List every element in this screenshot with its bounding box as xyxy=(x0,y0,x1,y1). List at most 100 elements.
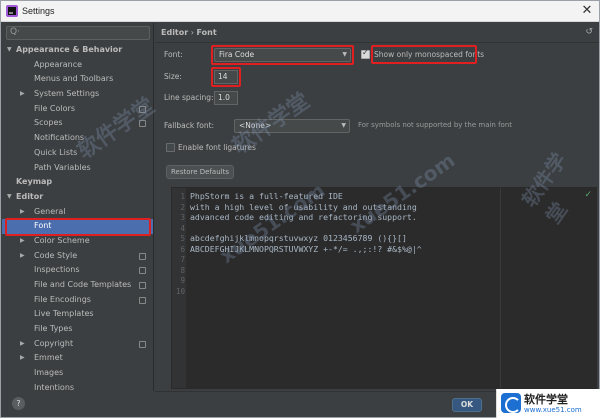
tree-item-label: Copyright xyxy=(34,338,74,348)
tree-item-label: Keymap xyxy=(16,177,53,187)
font-preview-editor[interactable]: 1 2 3 4 5 6 7 8 9 10 PhpStorm is a full-featured … xyxy=(171,187,597,389)
fallback-font-hint: For symbols not supported by the main fo… xyxy=(358,121,513,129)
font-highlight-box xyxy=(211,45,354,65)
tree-item-label: Appearance & Behavior xyxy=(16,45,123,54)
monospaced-highlight-box xyxy=(371,45,477,64)
tree-item-label: Editor xyxy=(16,191,44,201)
breadcrumb-current: Font xyxy=(196,28,217,37)
help-icon[interactable]: ? xyxy=(12,397,25,410)
tree-item[interactable]: Live Templates xyxy=(2,307,153,322)
line-spacing-input[interactable]: 1.0 xyxy=(214,91,238,105)
ligatures-checkbox[interactable] xyxy=(166,143,175,152)
tree-item[interactable]: File Colors xyxy=(2,102,153,117)
fallback-font-value: <None> xyxy=(239,121,272,130)
line-number: 7 xyxy=(180,255,185,264)
tree-item-label: Notifications xyxy=(34,133,85,143)
size-highlight-box xyxy=(211,67,241,87)
tree-item[interactable]: Keymap xyxy=(2,175,153,190)
project-scope-icon xyxy=(139,120,146,128)
tree-item-label: System Settings xyxy=(34,89,100,99)
tree-item-label: Live Templates xyxy=(34,309,94,319)
tree-item-label: Inspections xyxy=(34,265,80,275)
monospaced-checkbox[interactable] xyxy=(361,48,370,59)
project-scope-icon xyxy=(139,296,146,304)
tree-item-label: Images xyxy=(34,368,64,378)
tree-item[interactable]: Quick Lists xyxy=(2,146,153,161)
line-number: 10 xyxy=(175,286,185,296)
tree-item[interactable]: Path Variables xyxy=(2,161,153,176)
tree-item[interactable]: ▶ Code Style xyxy=(2,249,153,264)
phpstorm-app-icon xyxy=(6,5,18,17)
tree-item[interactable]: Notifications xyxy=(2,131,153,146)
size-label: Size: xyxy=(164,72,182,81)
code-line: abcdefghijklmnopqrstuvwxyz 0123456789 ()… xyxy=(190,233,407,243)
breadcrumb-separator: › xyxy=(190,28,194,37)
project-scope-icon xyxy=(139,340,146,348)
close-icon[interactable]: ✕ xyxy=(579,3,595,19)
breadcrumb-parent: Editor xyxy=(161,28,189,37)
project-scope-icon xyxy=(139,282,146,289)
ligatures-label: Enable font ligatures xyxy=(178,143,256,152)
tree-item-label: Menus and Toolbars xyxy=(34,74,114,84)
code-line: PhpStorm is a full-featured IDE xyxy=(190,191,343,201)
line-spacing-label: Line spacing: xyxy=(164,93,214,102)
code-line: with a high level of usability and outst… xyxy=(190,201,417,212)
chevron-right-icon[interactable]: ▶ xyxy=(20,337,25,352)
tree-item[interactable]: File Encodings xyxy=(2,293,153,308)
tree-item[interactable]: ▶ Copyright xyxy=(2,337,153,352)
title-bar: Settings ✕ xyxy=(1,1,599,22)
tree-item-label: File Encodings xyxy=(34,294,91,304)
restore-defaults-button[interactable]: Restore Defaults xyxy=(166,165,234,179)
settings-search-input[interactable]: Q· xyxy=(6,26,150,40)
chevron-right-icon[interactable]: ▶ xyxy=(20,87,25,102)
line-number: 8 xyxy=(180,265,185,275)
chevron-right-icon[interactable]: ▶ xyxy=(20,234,25,249)
settings-window: Settings ✕ Q· ▼ Appearance & Behavior Appe… xyxy=(0,0,600,418)
chevron-right-icon[interactable]: ▶ xyxy=(20,351,25,366)
tree-item-label: Appearance xyxy=(34,59,83,69)
search-icon: Q· xyxy=(10,27,20,37)
tree-item[interactable]: ▶ Emmet xyxy=(2,351,153,366)
line-number: 6 xyxy=(180,244,185,254)
tree-item[interactable]: ▶ Color Scheme xyxy=(2,234,153,249)
line-number: 1 xyxy=(180,192,185,201)
fallback-font-label: Fallback font: xyxy=(164,121,215,130)
tree-item[interactable]: ▶ System Settings xyxy=(2,87,153,102)
logo-icon xyxy=(501,393,521,413)
settings-tree: ▼ Appearance & Behavior Appearance Menus an… xyxy=(2,43,153,391)
logo-name: 软件学堂 xyxy=(524,393,568,406)
tree-item[interactable]: File and Code Templates xyxy=(2,278,153,293)
chevron-down-icon[interactable]: ▼ xyxy=(7,43,12,58)
tree-item-label: Scopes xyxy=(34,118,63,128)
tree-item-label: Quick Lists xyxy=(34,147,78,157)
project-scope-icon xyxy=(139,267,146,275)
ok-button[interactable]: OK xyxy=(452,398,482,412)
tree-item[interactable]: Appearance xyxy=(2,58,153,73)
project-scope-icon xyxy=(139,252,146,260)
code-line: ABCDEFGHIJKLMNOPQRSTUVWXYZ +-*/= .,;:!? … xyxy=(190,243,422,254)
font-tree-highlight-box xyxy=(5,218,151,236)
tree-item-label: Intentions xyxy=(34,382,75,391)
tree-item[interactable]: Inspections xyxy=(2,263,153,278)
fallback-font-select[interactable]: <None> ▼ xyxy=(234,119,350,133)
line-number: 2 xyxy=(180,202,185,212)
line-number: 3 xyxy=(180,213,185,222)
tree-item[interactable]: Menus and Toolbars xyxy=(2,72,153,87)
font-label: Font: xyxy=(164,50,183,59)
chevron-down-icon[interactable]: ▼ xyxy=(7,190,12,205)
header-divider xyxy=(155,42,599,43)
tree-item[interactable]: ▼ Editor xyxy=(2,190,153,205)
font-settings-panel: Editor › Font ↺ Font: Fira Code ▼ Show o… xyxy=(155,23,599,391)
tree-item-label: File Colors xyxy=(34,103,75,113)
tree-item[interactable]: Intentions xyxy=(2,381,153,391)
breadcrumb: Editor › Font xyxy=(161,28,217,37)
project-scope-icon xyxy=(139,105,146,113)
tree-item-label: Path Variables xyxy=(34,162,91,172)
chevron-right-icon[interactable]: ▶ xyxy=(20,249,25,264)
site-logo: 软件学堂 www.xue51.com xyxy=(496,389,600,418)
tree-item[interactable]: Images xyxy=(2,366,153,381)
reset-icon[interactable]: ↺ xyxy=(585,27,593,37)
tree-item[interactable]: ▼ Appearance & Behavior xyxy=(2,43,153,58)
tree-item[interactable]: File Types xyxy=(2,322,153,337)
tree-item[interactable]: Scopes xyxy=(2,116,153,131)
